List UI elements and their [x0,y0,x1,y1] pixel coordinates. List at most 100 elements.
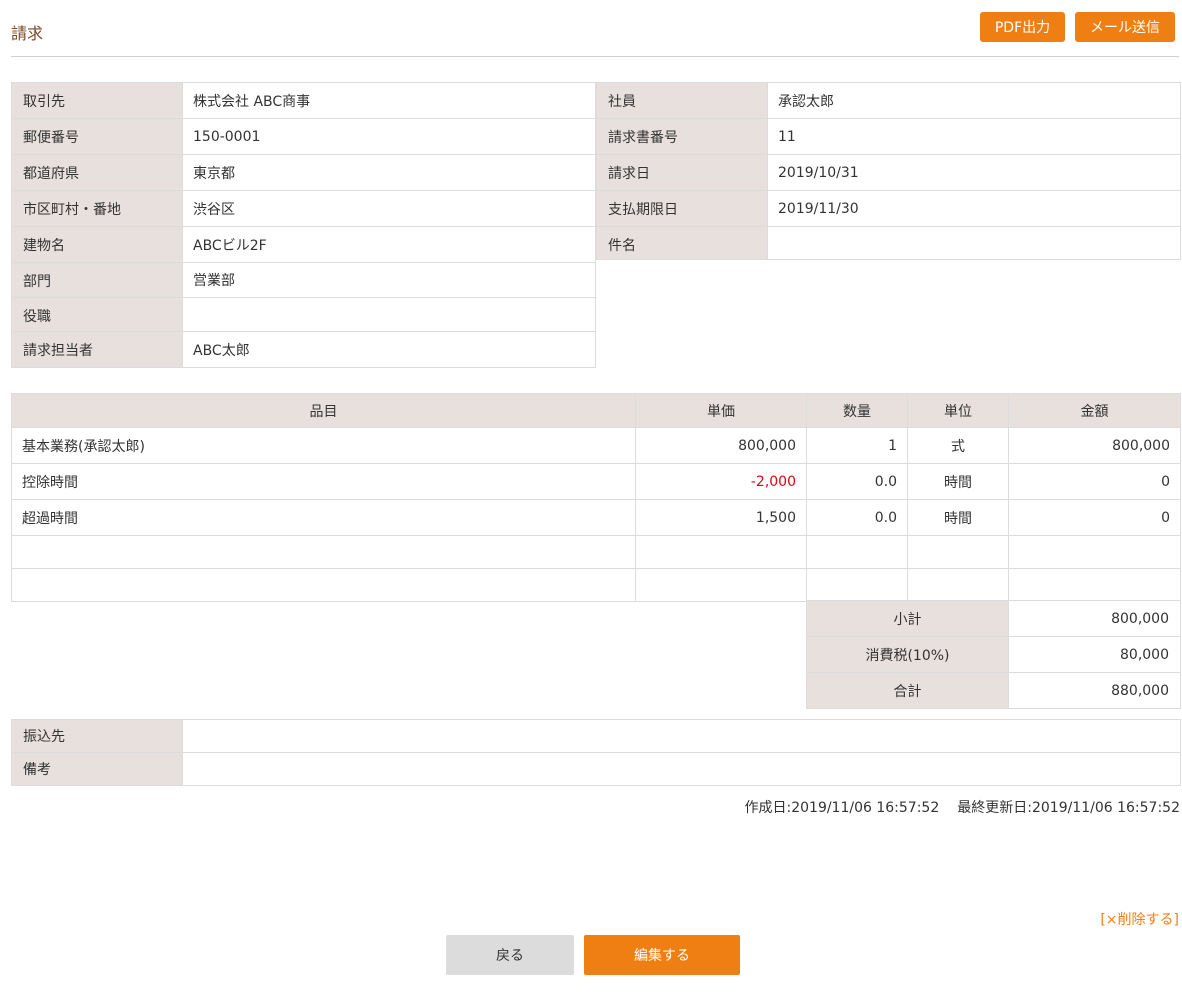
field-label: 取引先 [11,82,183,119]
tax-row: 消費税(10%) 80,000 [806,636,1181,673]
created-timestamp: 作成日:2019/11/06 16:57:52 [744,800,940,816]
field-value: 営業部 [182,262,596,298]
field-label: 請求担当者 [11,331,183,368]
delete-link[interactable]: [×削除する] [1100,909,1179,929]
empty-cell [11,568,636,602]
line-items-table: 品目 単価 数量 単位 金額 基本業務(承認太郎) 800,000 1 式 80… [11,393,1181,602]
items-header-row: 品目 単価 数量 単位 金額 [11,393,1181,428]
bank-account-value [182,719,1181,753]
client-row-position: 役職 [11,297,596,332]
field-value: 承認太郎 [767,82,1181,119]
field-label: 郵便番号 [11,118,183,155]
column-header-quantity: 数量 [806,393,908,428]
field-value: 150-0001 [182,118,596,155]
extra-info-table: 振込先 備考 [11,719,1181,786]
invoice-row-date: 請求日 2019/10/31 [596,154,1181,191]
field-label: 市区町村・番地 [11,190,183,227]
client-row-prefecture: 都道府県 東京都 [11,154,596,191]
item-quantity: 1 [806,427,908,464]
item-amount: 800,000 [1008,427,1181,464]
field-value [767,226,1181,260]
item-quantity: 0.0 [806,463,908,500]
timestamps: 作成日:2019/11/06 16:57:52 最終更新日:2019/11/06 … [745,797,1181,817]
field-value: ABCビル2F [182,226,596,263]
item-unit: 式 [907,427,1009,464]
table-row: 基本業務(承認太郎) 800,000 1 式 800,000 [11,427,1181,464]
field-label: 都道府県 [11,154,183,191]
field-value: 株式会社 ABC商事 [182,82,596,119]
empty-cell [907,535,1009,569]
back-button[interactable]: 戻る [446,935,574,975]
updated-timestamp: 最終更新日:2019/11/06 16:57:52 [957,800,1180,816]
field-value: ABC太郎 [182,331,596,368]
field-value: 渋谷区 [182,190,596,227]
item-unit: 時間 [907,463,1009,500]
notes-row: 備考 [11,752,1181,786]
field-label: 件名 [596,226,768,260]
invoice-row-employee: 社員 承認太郎 [596,82,1181,119]
field-value: 東京都 [182,154,596,191]
item-unit-price: -2,000 [635,463,807,500]
client-row-department: 部門 営業部 [11,262,596,298]
column-header-item: 品目 [11,393,636,428]
invoice-info-table: 社員 承認太郎 請求書番号 11 請求日 2019/10/31 支払期限日 20… [596,82,1181,260]
send-mail-button[interactable]: メール送信 [1075,12,1175,42]
field-value: 2019/10/31 [767,154,1181,191]
notes-value [182,752,1181,786]
client-row-city: 市区町村・番地 渋谷区 [11,190,596,227]
empty-cell [907,568,1009,602]
pdf-export-button[interactable]: PDF出力 [980,12,1065,42]
empty-cell [635,535,807,569]
column-header-unit-price: 単価 [635,393,807,428]
tax-value: 80,000 [1008,636,1181,673]
invoice-row-number: 請求書番号 11 [596,118,1181,155]
empty-cell [1008,568,1181,602]
client-row-building: 建物名 ABCビル2F [11,226,596,263]
field-label: 支払期限日 [596,190,768,227]
item-amount: 0 [1008,463,1181,500]
subtotal-row: 小計 800,000 [806,600,1181,637]
item-unit: 時間 [907,499,1009,536]
empty-cell [11,535,636,569]
empty-cell [806,535,908,569]
field-value [182,297,596,332]
empty-cell [1008,535,1181,569]
field-label: 請求書番号 [596,118,768,155]
subtotal-label: 小計 [806,600,1009,637]
client-info-table: 取引先 株式会社 ABC商事 郵便番号 150-0001 都道府県 東京都 市区… [11,82,596,368]
field-value: 11 [767,118,1181,155]
total-value: 880,000 [1008,672,1181,709]
page-header: 請求 PDF出力 メール送信 [11,10,1179,57]
tax-label: 消費税(10%) [806,636,1009,673]
field-label: 建物名 [11,226,183,263]
empty-table-row [11,568,1181,602]
edit-button[interactable]: 編集する [584,935,740,975]
page-title: 請求 [11,24,44,43]
bank-account-label: 振込先 [11,719,183,753]
notes-label: 備考 [11,752,183,786]
field-label: 役職 [11,297,183,332]
item-name: 超過時間 [11,499,636,536]
field-label: 部門 [11,262,183,298]
item-quantity: 0.0 [806,499,908,536]
field-label: 社員 [596,82,768,119]
bank-account-row: 振込先 [11,719,1181,753]
column-header-amount: 金額 [1008,393,1181,428]
client-row-company: 取引先 株式会社 ABC商事 [11,82,596,119]
item-unit-price: 800,000 [635,427,807,464]
invoice-row-subject: 件名 [596,226,1181,260]
table-row: 超過時間 1,500 0.0 時間 0 [11,499,1181,536]
table-row: 控除時間 -2,000 0.0 時間 0 [11,463,1181,500]
empty-cell [806,568,908,602]
item-amount: 0 [1008,499,1181,536]
client-row-postal: 郵便番号 150-0001 [11,118,596,155]
subtotal-value: 800,000 [1008,600,1181,637]
item-name: 基本業務(承認太郎) [11,427,636,464]
total-label: 合計 [806,672,1009,709]
field-label: 請求日 [596,154,768,191]
total-row: 合計 880,000 [806,672,1181,709]
item-unit-price: 1,500 [635,499,807,536]
totals-table: 小計 800,000 消費税(10%) 80,000 合計 880,000 [806,600,1181,709]
empty-table-row [11,535,1181,569]
empty-cell [635,568,807,602]
